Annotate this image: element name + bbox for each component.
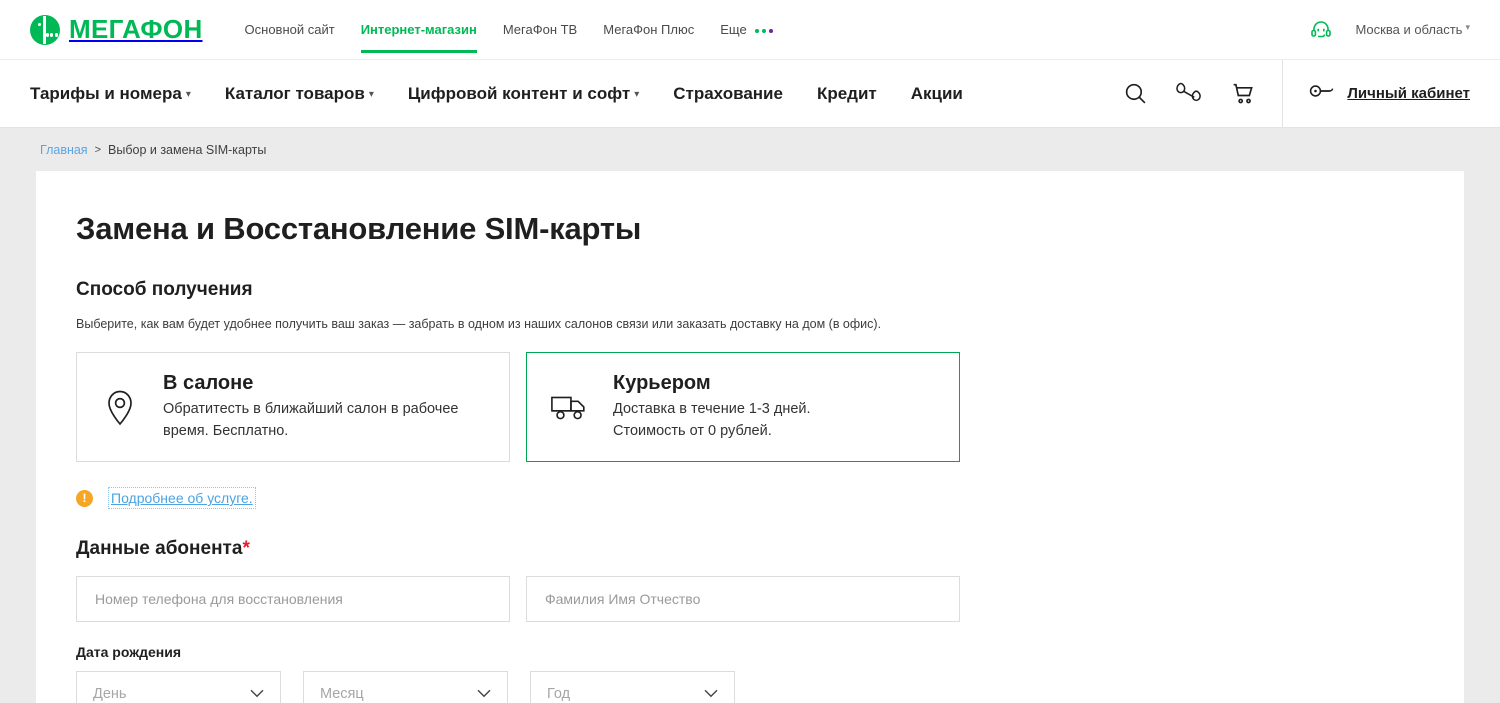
birthdate-selects: День Месяц Год <box>76 671 1464 703</box>
birthdate-year-value: Год <box>547 686 571 702</box>
birthdate-month-select[interactable]: Месяц <box>303 671 508 703</box>
key-icon <box>1309 82 1335 105</box>
nav-item-promos[interactable]: Акции <box>911 84 963 104</box>
nav-item-digital-content[interactable]: Цифровой контент и софт ▾ <box>408 84 639 104</box>
nav-label: Цифровой контент и софт <box>407 83 631 103</box>
nav-item-catalog[interactable]: Каталог товаров ▾ <box>225 84 374 104</box>
chevron-down-icon: ▾ <box>634 88 640 100</box>
account-link[interactable]: Личный кабинет <box>1282 59 1500 128</box>
delivery-option-courier-title: Курьером <box>613 372 711 395</box>
nav-item-tariffs[interactable]: Тарифы и номера ▾ <box>30 84 191 104</box>
birthdate-month-value: Месяц <box>320 686 364 702</box>
search-icon[interactable] <box>1123 81 1148 106</box>
topnav-item-megafon-plus[interactable]: МегаФон Плюс <box>603 2 694 57</box>
birthdate-day-wrap: День <box>76 671 281 703</box>
main-nav-icons <box>1123 81 1282 106</box>
delivery-option-store-desc-1: Обратитесть в ближайший салон в рабочее <box>163 401 459 418</box>
topnav-item-megafon-tv[interactable]: МегаФон ТВ <box>503 2 577 57</box>
required-asterisk: * <box>242 538 250 559</box>
location-pin-icon <box>99 388 141 426</box>
delivery-truck-icon <box>549 391 591 423</box>
topnav-more-label: Еще <box>720 22 747 37</box>
more-dots-icon <box>755 28 774 33</box>
nav-label: Тарифы и номера <box>30 83 182 103</box>
breadcrumb-separator-icon: > <box>94 143 102 156</box>
birthdate-day-select[interactable]: День <box>76 671 281 703</box>
headset-support-icon[interactable] <box>1309 18 1333 42</box>
delivery-option-store-text: В салоне Обратитесть в ближайший салон в… <box>163 372 458 441</box>
delivery-option-courier-desc-1: Доставка в течение 1-3 дней. <box>613 401 811 418</box>
birthdate-month-wrap: Месяц <box>303 671 508 703</box>
account-label: Личный кабинет <box>1347 85 1470 102</box>
compare-scales-icon[interactable] <box>1176 81 1203 106</box>
chevron-down-icon <box>477 686 491 702</box>
nav-label: Каталог товаров <box>224 83 365 103</box>
chevron-down-icon: ▾ <box>368 88 374 100</box>
birthdate-day-value: День <box>93 686 127 702</box>
delivery-option-store-desc-2: время. Бесплатно. <box>163 422 289 439</box>
nav-item-credit[interactable]: Кредит <box>817 84 877 104</box>
phone-input[interactable] <box>76 576 510 622</box>
birthdate-year-wrap: Год <box>530 671 735 703</box>
breadcrumb-current: Выбор и замена SIM-карты <box>108 142 267 157</box>
megafon-logo[interactable]: МЕГАФОН <box>30 14 203 45</box>
region-label: Москва и область <box>1355 22 1463 37</box>
fullname-input[interactable] <box>526 576 960 622</box>
top-bar-right: Москва и область ▾ <box>1309 18 1470 42</box>
region-caret-icon: ▾ <box>1465 22 1470 32</box>
chevron-down-icon: ▾ <box>185 88 191 100</box>
cart-icon[interactable] <box>1231 81 1256 106</box>
megafon-logo-mark <box>30 14 60 45</box>
delivery-option-store[interactable]: В салоне Обратитесть в ближайший салон в… <box>76 352 510 462</box>
breadcrumb-home[interactable]: Главная <box>40 143 88 157</box>
delivery-options: В салоне Обратитесть в ближайший салон в… <box>76 352 1464 462</box>
region-selector[interactable]: Москва и область ▾ <box>1355 22 1470 37</box>
service-info-row: ! Подробнее об услуге. <box>76 487 1464 509</box>
chevron-down-icon <box>704 686 718 702</box>
delivery-option-courier-text: Курьером Доставка в течение 1-3 дней. Ст… <box>613 372 811 441</box>
top-bar: МЕГАФОН Основной сайт Интернет-магазин М… <box>0 0 1500 60</box>
main-nav: Тарифы и номера ▾ Каталог товаров ▾ Цифров… <box>0 59 1500 128</box>
delivery-option-store-title: В салоне <box>163 372 254 395</box>
chevron-down-icon <box>250 686 264 702</box>
delivery-section-title: Способ получения <box>76 279 253 300</box>
subscriber-fields <box>76 576 1464 622</box>
birthdate-label: Дата рождения <box>76 644 182 660</box>
megafon-logo-text: МЕГАФОН <box>69 14 203 44</box>
page-title: Замена и Восстановление SIM-карты <box>76 211 642 246</box>
delivery-option-courier-desc-2: Стоимость от 0 рублей. <box>613 422 772 439</box>
birthdate-year-select[interactable]: Год <box>530 671 735 703</box>
delivery-option-courier[interactable]: Курьером Доставка в течение 1-3 дней. Ст… <box>526 352 960 462</box>
secondary-nav: Основной сайт Интернет-магазин МегаФон Т… <box>245 2 774 57</box>
subscriber-section-title: Данные абонента* <box>76 538 1464 560</box>
topnav-item-more[interactable]: Еще <box>720 2 774 57</box>
topnav-item-online-store[interactable]: Интернет-магазин <box>360 2 477 57</box>
service-details-link[interactable]: Подробнее об услуге. <box>108 487 256 509</box>
exclamation-icon: ! <box>76 489 93 507</box>
delivery-section-description: Выберите, как вам будет удобнее получить… <box>76 317 882 331</box>
breadcrumb: Главная > Выбор и замена SIM-карты <box>0 128 1500 171</box>
subscriber-section-label: Данные абонента <box>76 538 243 559</box>
nav-item-insurance[interactable]: Страхование <box>673 84 783 104</box>
main-nav-links: Тарифы и номера ▾ Каталог товаров ▾ Цифров… <box>30 84 963 104</box>
content-card: Замена и Восстановление SIM-карты Способ… <box>36 171 1464 703</box>
topnav-item-main-site[interactable]: Основной сайт <box>245 2 335 57</box>
